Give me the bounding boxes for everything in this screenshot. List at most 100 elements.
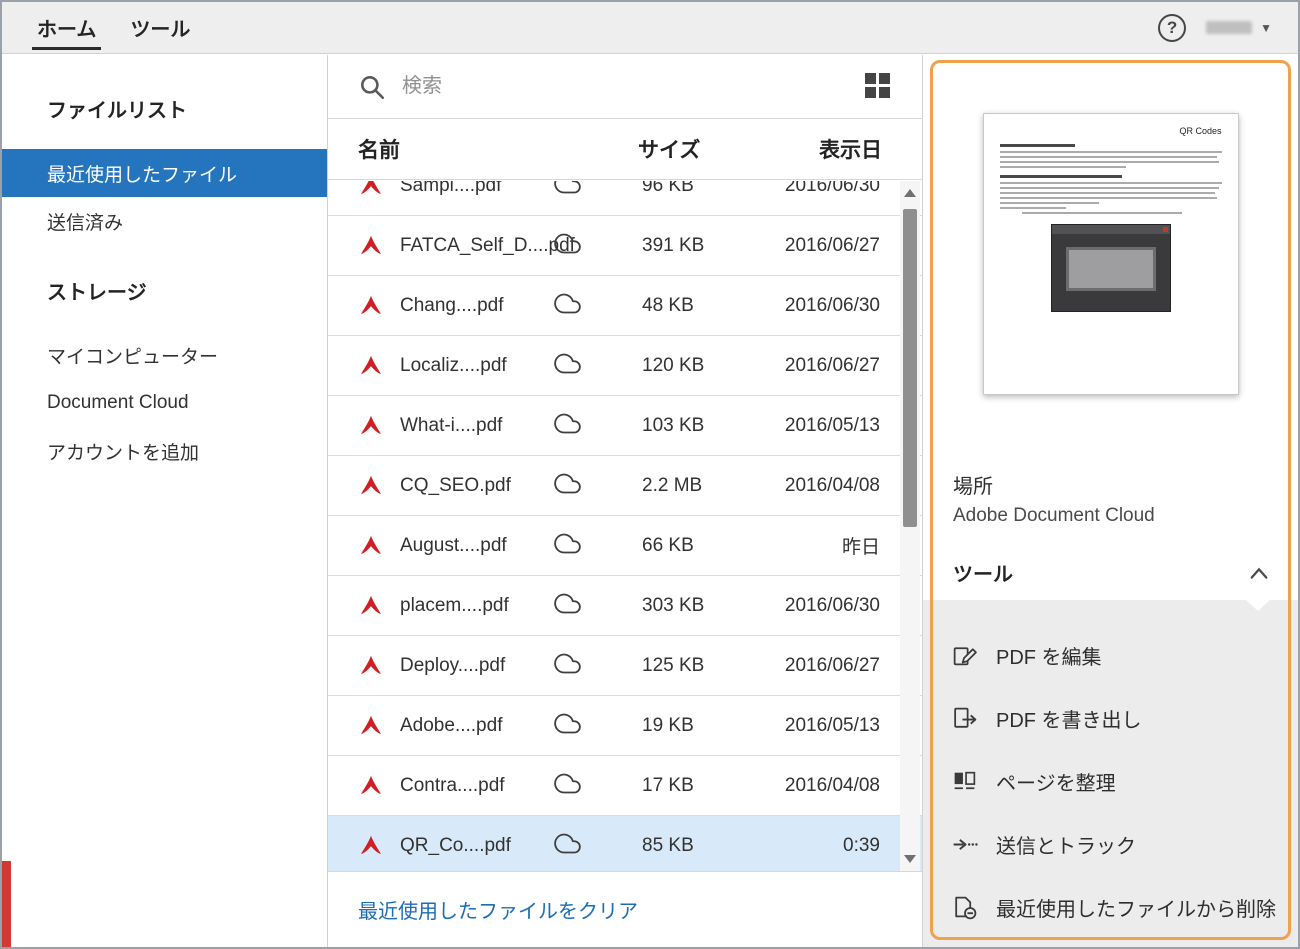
- user-menu[interactable]: ▼: [1206, 21, 1272, 35]
- file-name: CQ_SEO.pdf: [400, 474, 511, 496]
- file-date: 2016/06/30: [784, 294, 880, 316]
- tab-tools[interactable]: ツール: [113, 2, 207, 53]
- file-size: 391 KB: [642, 234, 705, 256]
- search-bar: [328, 55, 922, 119]
- pdf-icon: [358, 713, 384, 739]
- file-date: 2016/05/13: [784, 714, 880, 736]
- acrobat-home-window: ホーム ツール ? ▼ ファイルリスト 最近使用したファイル 送信済み ストレー…: [0, 0, 1300, 949]
- tool-edit-pdf[interactable]: PDF を編集: [923, 624, 1298, 687]
- file-row[interactable]: CQ_SEO.pdf 2.2 MB 2016/04/08: [328, 456, 922, 516]
- pdf-icon: [358, 833, 384, 859]
- tab-tools-label: ツール: [130, 19, 191, 41]
- pdf-icon: [358, 233, 384, 259]
- scrollbar-thumb[interactable]: [903, 209, 917, 527]
- file-date: 2016/06/30: [784, 594, 880, 616]
- search-input[interactable]: [402, 75, 849, 98]
- file-row[interactable]: August....pdf 66 KB 昨日: [328, 516, 922, 576]
- send-track-icon: [953, 839, 978, 850]
- tools-label: ツール: [953, 564, 1013, 586]
- file-name: placem....pdf: [400, 594, 509, 616]
- file-row[interactable]: What-i....pdf 103 KB 2016/05/13: [328, 396, 922, 456]
- cloud-icon: [554, 710, 582, 742]
- file-size: 96 KB: [642, 181, 694, 196]
- sidebar-item-sent[interactable]: 送信済み: [2, 197, 327, 245]
- tool-send-track[interactable]: 送信とトラック: [923, 813, 1298, 876]
- file-name: Sampl....pdf: [400, 181, 502, 196]
- cloud-icon: [554, 470, 582, 502]
- file-row[interactable]: Chang....pdf 48 KB 2016/06/30: [328, 276, 922, 336]
- preview-doc-title: QR Codes: [1179, 126, 1222, 136]
- tool-label: PDF を編集: [996, 647, 1102, 669]
- sidebar-item-add-account[interactable]: アカウントを追加: [2, 427, 327, 475]
- user-name-redacted: [1206, 21, 1253, 34]
- file-date: 2016/06/27: [784, 654, 880, 676]
- file-row[interactable]: Contra....pdf 17 KB 2016/04/08: [328, 756, 922, 816]
- top-menu-bar: ホーム ツール ? ▼: [2, 2, 1298, 54]
- file-name: QR_Co....pdf: [400, 834, 511, 856]
- clear-recent-files-link[interactable]: 最近使用したファイルをクリア: [358, 895, 638, 924]
- column-header-row: 名前 サイズ 表示日: [328, 119, 922, 180]
- file-date: 2016/06/30: [784, 181, 880, 196]
- tool-label: ページを整理: [996, 773, 1116, 795]
- file-date: 2016/05/13: [784, 414, 880, 436]
- column-header-size[interactable]: サイズ: [638, 134, 788, 164]
- chevron-down-icon: ▼: [1260, 20, 1272, 35]
- cloud-icon: [554, 770, 582, 802]
- topbar-right: ? ▼: [1158, 2, 1298, 53]
- pdf-icon: [358, 293, 384, 319]
- file-row[interactable]: Localiz....pdf 120 KB 2016/06/27: [328, 336, 922, 396]
- file-date: 2016/04/08: [784, 774, 880, 796]
- column-header-name[interactable]: 名前: [358, 134, 638, 164]
- cloud-icon: [554, 181, 582, 202]
- sidebar-heading-filelist: ファイルリスト: [47, 100, 187, 122]
- location-value: Adobe Document Cloud: [953, 505, 1155, 526]
- file-size: 19 KB: [642, 714, 694, 736]
- sidebar-item-recent-files[interactable]: 最近使用したファイル: [2, 149, 327, 197]
- remove-recent-icon: [955, 896, 977, 920]
- cloud-icon: [554, 350, 582, 382]
- search-icon: [361, 75, 385, 99]
- grid-view-icon[interactable]: [865, 73, 892, 100]
- sidebar-item-document-cloud[interactable]: Document Cloud: [2, 379, 327, 427]
- file-size: 125 KB: [642, 654, 705, 676]
- pdf-icon: [358, 533, 384, 559]
- tool-organize-pages[interactable]: ページを整理: [923, 750, 1298, 813]
- chevron-up-icon[interactable]: [1248, 564, 1270, 582]
- scrollbar-up-arrow[interactable]: [900, 181, 920, 205]
- file-row[interactable]: Adobe....pdf 19 KB 2016/05/13: [328, 696, 922, 756]
- file-date: 昨日: [841, 537, 880, 558]
- pdf-icon: [358, 773, 384, 799]
- cloud-icon: [554, 410, 582, 442]
- file-date: 2016/06/27: [784, 234, 880, 256]
- file-name: Chang....pdf: [400, 294, 504, 316]
- file-list-pane: 名前 サイズ 表示日 Sampl....pdf 96 KB 2016/06/30…: [328, 55, 923, 947]
- cloud-icon: [554, 590, 582, 622]
- file-name: FATCA_Self_D....pdf: [400, 234, 575, 256]
- pdf-icon: [358, 473, 384, 499]
- file-size: 17 KB: [642, 774, 694, 796]
- column-header-date[interactable]: 表示日: [788, 134, 882, 164]
- file-row-selected[interactable]: QR_Co....pdf 85 KB 0:39: [328, 816, 922, 871]
- sidebar-item-my-computer[interactable]: マイコンピューター: [2, 331, 327, 379]
- file-row[interactable]: placem....pdf 303 KB 2016/06/30: [328, 576, 922, 636]
- file-row[interactable]: FATCA_Self_D....pdf 391 KB 2016/06/27: [328, 216, 922, 276]
- file-size: 48 KB: [642, 294, 694, 316]
- organize-pages-icon: [954, 771, 976, 790]
- file-name: August....pdf: [400, 534, 507, 556]
- file-name: Deploy....pdf: [400, 654, 506, 676]
- tool-remove-from-recent[interactable]: 最近使用したファイルから削除: [923, 876, 1298, 939]
- sidebar: ファイルリスト 最近使用したファイル 送信済み ストレージ マイコンピューター …: [2, 55, 328, 947]
- tool-export-pdf[interactable]: PDF を書き出し: [923, 687, 1298, 750]
- tab-home[interactable]: ホーム: [20, 2, 113, 53]
- help-icon[interactable]: ?: [1158, 13, 1187, 42]
- cloud-icon: [554, 530, 582, 562]
- file-size: 85 KB: [642, 834, 694, 856]
- file-row[interactable]: Sampl....pdf 96 KB 2016/06/30: [328, 181, 922, 216]
- pdf-icon: [358, 653, 384, 679]
- file-row[interactable]: Deploy....pdf 125 KB 2016/06/27: [328, 636, 922, 696]
- cloud-icon: [554, 650, 582, 682]
- document-preview: QR Codes: [982, 113, 1239, 395]
- panel-notch: [1246, 600, 1270, 611]
- scrollbar[interactable]: [900, 181, 920, 871]
- scrollbar-down-arrow[interactable]: [900, 847, 920, 871]
